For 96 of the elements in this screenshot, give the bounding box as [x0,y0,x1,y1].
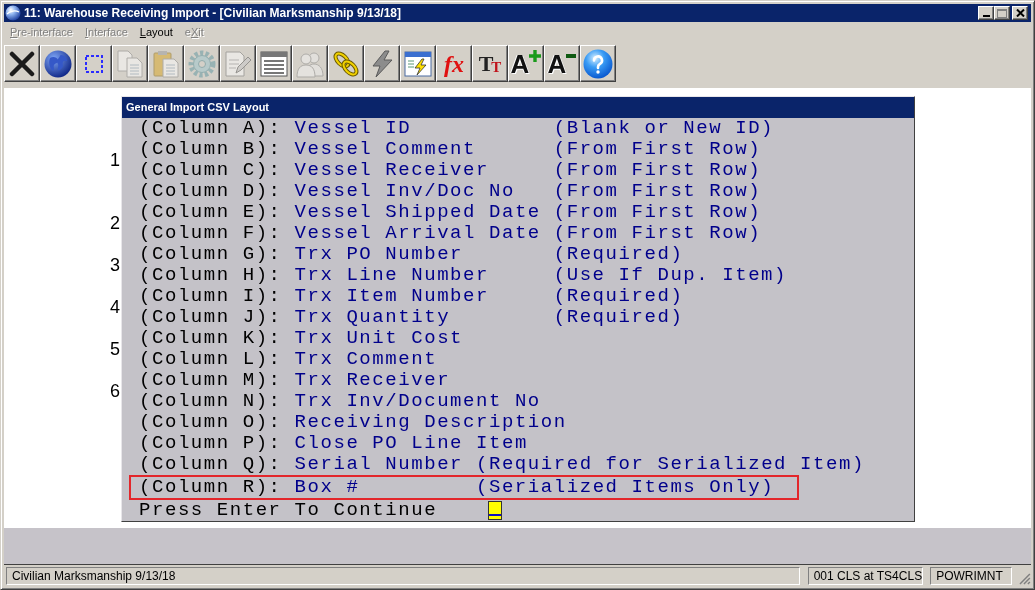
close-icon [1015,9,1025,17]
toolbar-button[interactable]: TT [472,45,508,82]
status-panel: POWRIMNT [930,567,1013,585]
window-lightning-icon [404,50,432,77]
column-label: (Column J): [139,307,282,328]
toolbar-button[interactable] [4,45,40,82]
field-note: (From First Row) [553,160,762,181]
document-pencil-icon [224,49,252,78]
field-name: Trx Item Number [294,286,490,307]
close-icon [9,50,35,77]
field-note: (Use If Dup. Item) [553,265,788,286]
list-window-icon [260,50,288,77]
help-icon [583,48,613,79]
toolbar-button[interactable] [76,45,112,82]
field-name: Trx Comment [294,349,438,370]
field-note: (Serialized Items Only) [476,477,775,498]
column-label: (Column A): [139,118,282,139]
margin-number: 6 [110,380,120,401]
column-label: (Column K): [139,328,282,349]
field-name: Vessel Shipped Date [294,202,542,223]
field-name: Serial Number [294,454,465,475]
column-label: (Column L): [139,349,282,370]
column-label: (Column O): [139,412,282,433]
field-name: Trx Receiver [294,370,451,391]
field-name: Trx Quantity [294,307,452,328]
field-name: Vessel Inv/Doc No [294,181,516,202]
margin-number: 2 [110,212,120,233]
maximize-button[interactable] [994,6,1010,20]
status-panel: 001 CLS at TS4CLS [807,567,924,585]
column-label: (Column C): [139,160,282,181]
toolbar-button[interactable] [328,45,364,82]
margin-number: 5 [110,338,120,359]
column-label: (Column N): [139,391,282,412]
column-label: (Column E): [139,202,282,223]
toolbar-button[interactable] [580,45,616,82]
field-name: Close PO Line Item [294,433,528,454]
field-note: (From First Row) [553,202,762,223]
input-field[interactable] [488,501,503,520]
field-note: (Required) [553,244,684,265]
column-label: (Column I): [139,286,282,307]
field-name: Vessel Comment [294,139,477,160]
field-name: Trx Inv/Document No [294,391,541,412]
close-button[interactable] [1012,6,1028,20]
field-name: Box # [294,477,361,498]
prompt-text: Press Enter To Continue [139,500,438,521]
field-name: Vessel Receiver [294,160,490,181]
toolbar-button[interactable] [364,45,400,82]
margin-number: 1 [110,149,120,170]
field-note: (Required) [553,307,684,328]
lightning-icon [370,49,394,78]
field-name: Vessel ID [294,118,413,139]
field-name: Receiving Description [294,412,567,433]
clipboard-icon [153,49,179,78]
minimize-icon [982,15,990,17]
toolbar-button[interactable] [400,45,436,82]
field-name: Trx PO Number [294,244,465,265]
toolbar-button[interactable]: A [508,45,544,82]
field-note: (Required) [553,286,684,307]
minus-icon [566,54,577,58]
field-name: Trx Line Number [294,265,490,286]
people-icon [296,49,324,78]
field-note: (From First Row) [553,223,762,244]
toolbar-button[interactable]: A [544,45,580,82]
column-label: (Column P): [139,433,282,454]
menu-item[interactable]: Layout [133,22,179,42]
column-label: (Column M): [139,370,282,391]
dashed-square-icon [85,54,103,73]
window-title: 11: Warehouse Receiving Import - [Civilian Marksmanship 9/13/18] [24,5,401,21]
toolbar-button[interactable] [256,45,292,82]
field-name: Vessel Arrival Date [294,223,542,244]
minimize-button[interactable] [978,6,994,20]
globe-icon [44,49,72,78]
column-label: (Column R): [139,477,282,498]
plus-icon [529,50,542,62]
field-note: (Blank or New ID) [553,118,775,139]
status-panel: Civilian Marksmanship 9/13/18 [6,567,800,585]
resize-grip-icon[interactable] [1019,573,1031,585]
column-label: (Column G): [139,244,282,265]
gear-icon [188,49,216,78]
two-documents-icon [117,49,143,78]
column-label: (Column Q): [139,454,282,475]
field-note: (From First Row) [553,139,762,160]
column-label: (Column B): [139,139,282,160]
field-note: (Required for Serialized Item) [476,454,865,475]
column-label: (Column H): [139,265,282,286]
column-label: (Column D): [139,181,282,202]
chain-link-icon [332,49,360,78]
field-note: (From First Row) [553,181,762,202]
margin-number: 4 [110,296,120,317]
dialog-title: General Import CSV Layout [122,97,914,118]
toolbar-button[interactable] [40,45,76,82]
maximize-icon [997,8,1007,18]
column-label: (Column F): [139,223,282,244]
field-name: Trx Unit Cost [294,328,464,349]
globe-icon [5,5,21,21]
margin-number: 3 [110,254,120,275]
